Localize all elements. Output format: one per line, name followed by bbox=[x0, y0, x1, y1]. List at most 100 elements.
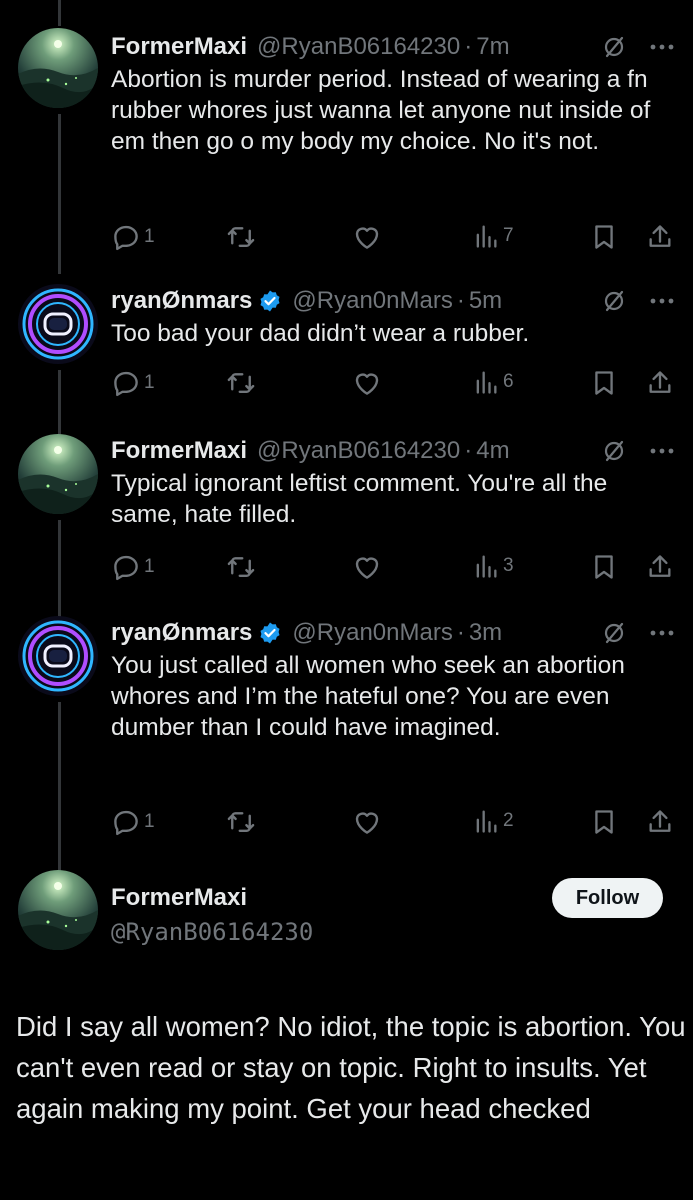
views-bar-icon bbox=[476, 371, 497, 394]
like-button[interactable] bbox=[352, 222, 382, 252]
heart-icon bbox=[355, 227, 379, 249]
bookmark-icon bbox=[595, 371, 613, 395]
heart-icon bbox=[355, 812, 379, 834]
reply-bubble-icon bbox=[114, 810, 138, 836]
share-button[interactable] bbox=[646, 222, 674, 252]
retweet-icon bbox=[227, 812, 255, 832]
views-button[interactable]: 7 bbox=[472, 222, 514, 250]
more-dots-icon[interactable] bbox=[647, 436, 677, 466]
views-bar-icon bbox=[476, 555, 497, 578]
author-handle[interactable]: @Ryan0nMars bbox=[292, 287, 452, 315]
verified-badge-icon bbox=[258, 621, 282, 645]
heart-icon bbox=[355, 557, 379, 579]
more-dots-icon[interactable] bbox=[647, 286, 677, 316]
timestamp[interactable]: 4m bbox=[476, 437, 509, 465]
retweet-icon bbox=[227, 227, 255, 247]
avatar[interactable] bbox=[18, 870, 98, 950]
action-bar: 1 6 bbox=[0, 368, 693, 402]
views-count: 7 bbox=[503, 225, 514, 246]
tweet-text: You just called all women who seek an ab… bbox=[111, 652, 625, 741]
thread-connector bbox=[58, 702, 61, 872]
reply-count: 1 bbox=[144, 556, 155, 577]
like-button[interactable] bbox=[352, 552, 382, 582]
share-button[interactable] bbox=[646, 552, 674, 582]
bookmark-button[interactable] bbox=[590, 222, 618, 252]
reply-button[interactable]: 1 bbox=[111, 368, 155, 398]
views-count: 2 bbox=[503, 810, 514, 831]
bookmark-icon bbox=[595, 225, 613, 249]
tweet-text: Did I say all women? No idiot, the topic… bbox=[16, 1011, 686, 1124]
views-button[interactable]: 6 bbox=[472, 368, 514, 396]
views-bar-icon bbox=[476, 810, 497, 833]
author-name[interactable]: FormerMaxi bbox=[111, 437, 247, 465]
timestamp[interactable]: 7m bbox=[476, 33, 509, 61]
action-bar: 1 2 bbox=[0, 807, 693, 841]
separator-dot: · bbox=[456, 287, 465, 314]
reply-bubble-icon bbox=[114, 555, 138, 581]
bookmark-button[interactable] bbox=[590, 368, 618, 398]
tweet-text: Too bad your dad didn’t wear a rubber. bbox=[111, 320, 530, 347]
share-button[interactable] bbox=[646, 807, 674, 837]
retweet-button[interactable] bbox=[226, 552, 256, 582]
bookmark-icon bbox=[595, 810, 613, 834]
reply-bubble-icon bbox=[114, 225, 138, 251]
tweet-text: Abortion is murder period. Instead of we… bbox=[111, 66, 651, 155]
views-button[interactable]: 2 bbox=[472, 807, 514, 835]
reply-bubble-icon bbox=[114, 371, 138, 397]
bookmark-button[interactable] bbox=[590, 807, 618, 837]
verified-badge-icon bbox=[258, 289, 282, 313]
grok-slash-circle-icon[interactable] bbox=[599, 32, 629, 62]
grok-slash-circle-icon[interactable] bbox=[599, 618, 629, 648]
more-dots-icon[interactable] bbox=[647, 618, 677, 648]
like-button[interactable] bbox=[352, 807, 382, 837]
separator-dot: · bbox=[464, 437, 473, 464]
tweet-text: Typical ignorant leftist comment. You're… bbox=[111, 470, 608, 528]
author-name[interactable]: FormerMaxi bbox=[111, 33, 247, 61]
author-handle[interactable]: @RyanB06164230 bbox=[257, 33, 460, 61]
share-button[interactable] bbox=[646, 368, 674, 398]
reply-count: 1 bbox=[144, 372, 155, 393]
grok-slash-circle-icon[interactable] bbox=[599, 436, 629, 466]
share-upload-icon bbox=[649, 225, 671, 247]
like-button[interactable] bbox=[352, 368, 382, 398]
views-count: 3 bbox=[503, 555, 514, 576]
views-button[interactable]: 3 bbox=[472, 552, 514, 580]
reply-count: 1 bbox=[144, 226, 155, 247]
separator-dot: · bbox=[464, 33, 473, 60]
timestamp[interactable]: 3m bbox=[469, 619, 502, 647]
avatar[interactable] bbox=[18, 434, 98, 514]
bookmark-button[interactable] bbox=[590, 552, 618, 582]
views-count: 6 bbox=[503, 371, 514, 392]
follow-button[interactable]: Follow bbox=[552, 878, 663, 918]
share-upload-icon bbox=[649, 371, 671, 393]
author-name[interactable]: ryanØnmars bbox=[111, 287, 252, 315]
thread-connector-top bbox=[58, 0, 61, 26]
author-handle[interactable]: @RyanB06164230 bbox=[257, 437, 460, 465]
retweet-icon bbox=[227, 373, 255, 393]
avatar[interactable] bbox=[18, 616, 98, 696]
action-bar: 1 7 bbox=[0, 222, 693, 256]
retweet-button[interactable] bbox=[226, 368, 256, 398]
author-handle[interactable]: @Ryan0nMars bbox=[292, 619, 452, 647]
retweet-button[interactable] bbox=[226, 222, 256, 252]
heart-icon bbox=[355, 373, 379, 395]
reply-count: 1 bbox=[144, 811, 155, 832]
author-handle[interactable]: @RyanB06164230 bbox=[111, 918, 313, 946]
avatar[interactable] bbox=[18, 284, 98, 364]
reply-button[interactable]: 1 bbox=[111, 222, 155, 252]
share-upload-icon bbox=[649, 810, 671, 832]
author-name[interactable]: ryanØnmars bbox=[111, 619, 252, 647]
reply-button[interactable]: 1 bbox=[111, 807, 155, 837]
retweet-button[interactable] bbox=[226, 807, 256, 837]
more-dots-icon[interactable] bbox=[647, 32, 677, 62]
author-name[interactable]: FormerMaxi bbox=[111, 884, 247, 912]
avatar[interactable] bbox=[18, 28, 98, 108]
retweet-icon bbox=[227, 557, 255, 577]
bookmark-icon bbox=[595, 555, 613, 579]
grok-slash-circle-icon[interactable] bbox=[599, 286, 629, 316]
share-upload-icon bbox=[649, 555, 671, 577]
reply-button[interactable]: 1 bbox=[111, 552, 155, 582]
timestamp[interactable]: 5m bbox=[469, 287, 502, 315]
action-bar: 1 3 bbox=[0, 552, 693, 586]
separator-dot: · bbox=[456, 619, 465, 646]
